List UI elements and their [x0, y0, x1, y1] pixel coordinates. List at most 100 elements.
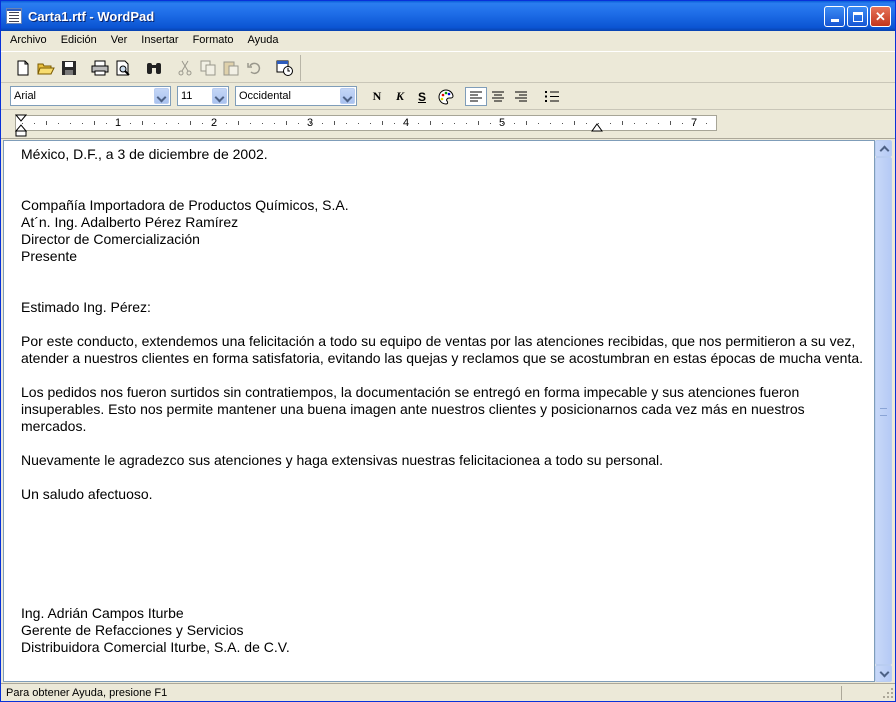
ruler-tick	[502, 123, 503, 124]
italic-button[interactable]: K	[389, 87, 411, 106]
ruler-tick	[142, 121, 143, 125]
save-button[interactable]	[57, 57, 80, 79]
menu-ver[interactable]: Ver	[104, 31, 135, 50]
font-dropdown-arrow-icon[interactable]	[154, 88, 169, 104]
ruler-tick	[418, 123, 419, 124]
standard-toolbar	[1, 51, 895, 83]
ruler-tick	[214, 123, 215, 124]
paste-button[interactable]	[219, 57, 242, 79]
menu-edicion[interactable]: Edición	[54, 31, 104, 50]
scroll-up-button[interactable]	[875, 140, 892, 157]
find-button[interactable]	[142, 57, 165, 79]
script-dropdown-arrow-icon[interactable]	[340, 88, 355, 104]
scroll-thumb[interactable]	[875, 157, 892, 665]
ruler-tick	[454, 123, 455, 124]
bullets-button[interactable]	[541, 87, 563, 106]
ruler[interactable]: 1 2 3 4 5 7	[15, 115, 717, 131]
align-center-button[interactable]	[487, 87, 509, 106]
ruler-tick	[58, 123, 59, 124]
document-line	[21, 469, 866, 486]
ruler-tick	[70, 123, 71, 124]
ruler-tick	[706, 123, 707, 124]
right-indent-marker-icon[interactable]	[591, 121, 603, 133]
ruler-tick	[478, 121, 479, 125]
ruler-tick	[370, 123, 371, 124]
open-folder-icon	[36, 63, 55, 75]
ruler-tick	[46, 121, 47, 125]
script-combo[interactable]: Occidental	[235, 86, 357, 106]
close-icon: ✕	[875, 9, 886, 24]
vertical-scrollbar[interactable]	[875, 140, 892, 682]
open-button[interactable]	[34, 57, 57, 79]
scroll-down-button[interactable]	[875, 665, 892, 682]
ruler-tick	[394, 123, 395, 124]
title-bar[interactable]: Carta1.rtf - WordPad ✕	[1, 1, 895, 31]
ruler-tick	[670, 121, 671, 125]
date-time-button[interactable]	[273, 57, 296, 79]
menu-bar: Archivo Edición Ver Insertar Formato Ayu…	[1, 31, 895, 50]
ruler-tick	[82, 123, 83, 124]
format-toolbar: Arial 11 Occidental N K S	[1, 83, 895, 110]
maximize-icon	[852, 11, 863, 22]
print-preview-button[interactable]	[111, 57, 134, 79]
cut-icon	[178, 60, 191, 76]
font-name-combo[interactable]: Arial	[10, 86, 171, 106]
print-button[interactable]	[88, 57, 111, 79]
copy-button[interactable]	[196, 57, 219, 79]
document-line: At´n. Ing. Adalberto Pérez Ramírez	[21, 214, 239, 230]
ruler-area: 1 2 3 4 5 7	[1, 111, 895, 139]
menu-archivo[interactable]: Archivo	[3, 31, 54, 50]
document-text[interactable]: México, D.F., a 3 de diciembre de 2002. C…	[21, 146, 866, 656]
document-line	[21, 265, 866, 282]
minimize-button[interactable]	[824, 6, 845, 27]
ruler-tick	[274, 123, 275, 124]
document-line: Por este conducto, extendemos una felici…	[21, 333, 864, 366]
script-value: Occidental	[239, 90, 291, 102]
undo-icon	[246, 62, 260, 75]
ruler-tick	[130, 123, 131, 124]
resize-grip-icon[interactable]	[881, 686, 895, 700]
ruler-tick	[190, 121, 191, 125]
align-center-icon	[492, 91, 504, 101]
align-left-button[interactable]	[465, 87, 487, 106]
menu-ayuda[interactable]: Ayuda	[241, 31, 286, 50]
date-time-icon	[276, 60, 293, 76]
document-line	[21, 282, 866, 299]
ruler-tick	[106, 123, 107, 124]
ruler-tick	[358, 123, 359, 124]
paste-icon	[223, 61, 238, 76]
undo-button[interactable]	[242, 57, 265, 79]
ruler-tick	[466, 123, 467, 124]
ruler-tick	[490, 123, 491, 124]
font-size-combo[interactable]: 11	[177, 86, 229, 106]
ruler-tick	[238, 121, 239, 125]
document-line: Presente	[21, 248, 78, 264]
left-indent-marker-icon[interactable]	[15, 114, 27, 138]
ruler-tick	[586, 123, 587, 124]
document-line	[21, 571, 866, 588]
size-dropdown-arrow-icon[interactable]	[212, 88, 227, 104]
document-line: Gerente de Refacciones y Servicios	[21, 622, 244, 638]
align-right-icon	[515, 91, 527, 101]
bold-button[interactable]: N	[366, 87, 388, 106]
ruler-tick	[550, 123, 551, 124]
color-button[interactable]	[435, 87, 457, 106]
ruler-tick	[610, 123, 611, 124]
align-right-button[interactable]	[510, 87, 532, 106]
document-line	[21, 163, 866, 180]
ruler-tick	[154, 123, 155, 124]
cut-button[interactable]	[173, 57, 196, 79]
ruler-tick	[262, 123, 263, 124]
new-button[interactable]	[11, 57, 34, 79]
close-button[interactable]: ✕	[870, 6, 891, 27]
wordpad-app-icon[interactable]	[6, 8, 22, 24]
copy-icon	[200, 60, 215, 76]
document-area[interactable]: México, D.F., a 3 de diciembre de 2002. C…	[3, 140, 875, 682]
menu-formato[interactable]: Formato	[186, 31, 241, 50]
document-line	[21, 503, 866, 520]
menu-insertar[interactable]: Insertar	[134, 31, 185, 50]
document-line: Ing. Adrián Campos Iturbe	[21, 605, 184, 621]
maximize-button[interactable]	[847, 6, 868, 27]
underline-button[interactable]: S	[411, 87, 433, 106]
ruler-tick	[298, 123, 299, 124]
